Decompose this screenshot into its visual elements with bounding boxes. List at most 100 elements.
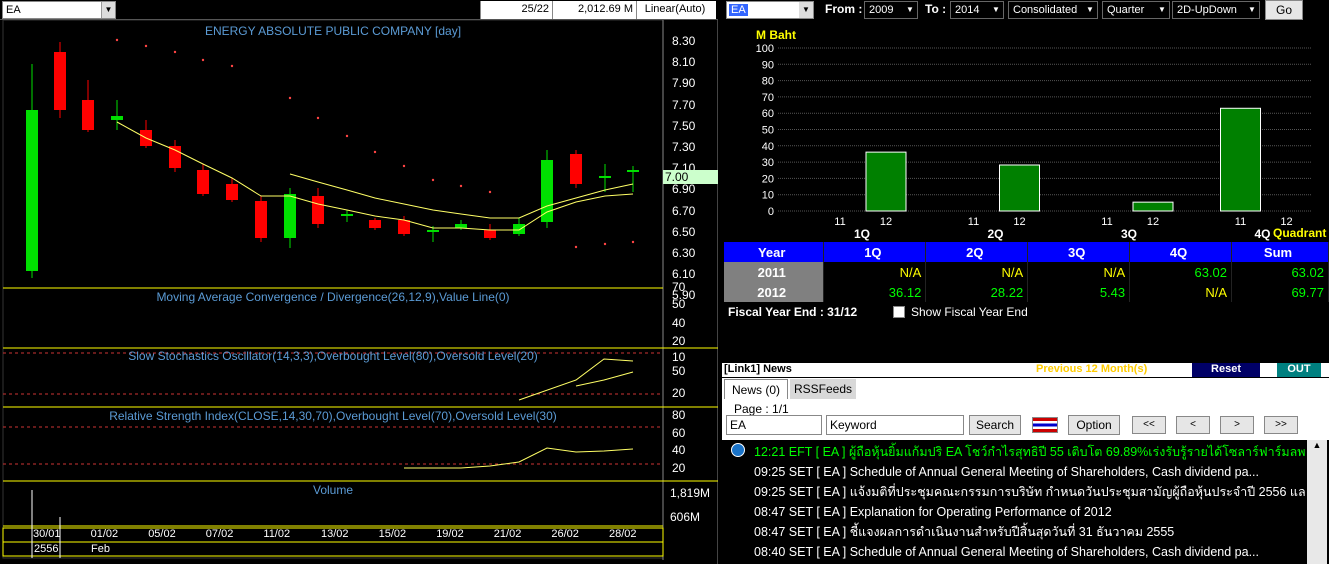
previous-label[interactable]: Previous 12 Month(s) xyxy=(1036,363,1147,375)
news-headline: Schedule of Annual General Meeting of Sh… xyxy=(849,465,1259,479)
news-scrollbar[interactable]: ▲ xyxy=(1307,440,1327,564)
chevron-down-icon[interactable]: ▼ xyxy=(903,2,917,18)
sar-dot xyxy=(431,178,435,182)
candle-body xyxy=(54,52,66,110)
fund-symbol-value: EA xyxy=(729,4,748,16)
search-button[interactable]: Search xyxy=(969,415,1021,435)
price-tick-label: 7.50 xyxy=(672,118,696,133)
news-time: 09:25 xyxy=(754,485,789,499)
candle-body xyxy=(513,224,525,234)
cell-1q: 36.12 xyxy=(823,282,927,302)
out-button[interactable]: OUT xyxy=(1277,363,1321,377)
news-item[interactable]: 08:47 SET [ EA ] ชี้แจงผลการดำเนินงานสำห… xyxy=(725,522,1305,542)
consolidated-select[interactable]: Consolidated ▼ xyxy=(1008,1,1098,19)
news-item[interactable]: 12:21 EFT [ EA ] ผู้ถือหุ้นยิ้มแก้มปริ E… xyxy=(725,442,1305,462)
rsi-line xyxy=(404,447,634,469)
chart-frame xyxy=(2,20,664,559)
date-tick-label: 01/02 xyxy=(90,528,119,540)
price-tick-label: 7.90 xyxy=(672,76,696,91)
bar-mark xyxy=(865,151,907,212)
scroll-up-icon[interactable]: ▲ xyxy=(1307,440,1327,456)
news-item[interactable]: 09:25 SET [ EA ] Schedule of Annual Gene… xyxy=(725,462,1305,482)
bar-ytick-label: 80 xyxy=(762,76,774,88)
language-flag-icon[interactable] xyxy=(1032,417,1058,433)
news-source: SET xyxy=(788,465,817,479)
symbol-select[interactable]: EA ▼ xyxy=(2,1,116,19)
sar-dot xyxy=(631,240,635,244)
bar-ytick-label: 70 xyxy=(762,92,774,104)
from-select[interactable]: 2009 ▼ xyxy=(864,1,918,19)
candle-body xyxy=(369,220,381,228)
chevron-down-icon[interactable]: ▼ xyxy=(1245,2,1259,18)
bar-category-label: 4Q xyxy=(1254,227,1270,241)
period-select[interactable]: Quarter ▼ xyxy=(1102,1,1170,19)
news-item[interactable]: 08:47 SET [ EA ] Explanation for Operati… xyxy=(725,502,1305,522)
news-time: 09:25 xyxy=(754,465,789,479)
candle-body xyxy=(169,146,181,168)
sar-dot xyxy=(488,190,492,194)
reset-button[interactable]: Reset xyxy=(1192,363,1260,377)
show-fiscal-label: Show Fiscal Year End xyxy=(911,305,1028,319)
fundamental-toolbar: EA ▼ From : 2009 ▼ To : 2014 ▼ Consolidate… xyxy=(722,0,1329,20)
view-select[interactable]: 2D-UpDown ▼ xyxy=(1172,1,1260,19)
candle-body xyxy=(82,100,94,130)
news-symbol-input[interactable]: EA xyxy=(726,415,822,435)
chevron-down-icon[interactable]: ▼ xyxy=(989,2,1003,18)
to-select[interactable]: 2014 ▼ xyxy=(950,1,1004,19)
chevron-down-icon[interactable]: ▼ xyxy=(1155,2,1169,18)
news-symbol: [ EA ] xyxy=(815,445,849,459)
view-value: 2D-UpDown xyxy=(1177,4,1237,16)
chevron-down-icon[interactable]: ▼ xyxy=(799,2,813,18)
last-page-button[interactable]: >> xyxy=(1264,416,1298,434)
col-1q: 1Q xyxy=(823,242,927,262)
news-search-bar: Page : 1/1 EA Keyword Search Option << <… xyxy=(722,400,1329,440)
news-headline: Schedule of Annual General Meeting of Sh… xyxy=(849,545,1259,559)
first-page-button[interactable]: << xyxy=(1132,416,1166,434)
news-symbol: [ EA ] xyxy=(816,465,850,479)
bar-ytick-label: 40 xyxy=(762,141,774,153)
volume-cell: 2,012.69 M xyxy=(552,1,636,19)
option-button[interactable]: Option xyxy=(1068,415,1120,435)
news-item[interactable]: 09:25 SET [ EA ] แจ้งมติที่ประชุมคณะกรรม… xyxy=(725,482,1305,502)
news-source: SET xyxy=(788,485,817,499)
symbol-value: EA xyxy=(6,4,21,16)
price-tick-label: 7.70 xyxy=(672,97,696,112)
cell-3q: 5.43 xyxy=(1027,282,1131,302)
sar-dot xyxy=(115,38,119,42)
to-label: To : xyxy=(925,2,947,16)
go-button[interactable]: Go xyxy=(1265,0,1303,20)
candle-body xyxy=(341,214,353,216)
scale-cell[interactable]: Linear(Auto) xyxy=(636,1,716,19)
col-3q: 3Q xyxy=(1027,242,1131,262)
keyword-input[interactable]: Keyword xyxy=(826,415,964,435)
chevron-down-icon[interactable]: ▼ xyxy=(101,2,115,18)
candle-body xyxy=(398,220,410,234)
sar-dot xyxy=(459,184,463,188)
news-item[interactable]: 08:40 SET [ EA ] Schedule of Annual Gene… xyxy=(725,542,1305,562)
price-tick-label: 6.70 xyxy=(672,203,696,218)
candle-body xyxy=(26,110,38,271)
date-tick-label: 05/02 xyxy=(148,528,176,540)
macd-tick-label: 50 xyxy=(672,297,686,311)
next-page-button[interactable]: > xyxy=(1220,416,1254,434)
stoch-tick-label: 20 xyxy=(672,386,686,400)
fiscal-checkbox[interactable] xyxy=(893,306,905,318)
news-headline: ผู้ถือหุ้นยิ้มแก้มปริ EA โชว์กำไรสุทธิปี… xyxy=(848,445,1305,459)
news-time: 12:21 xyxy=(754,445,789,459)
tab-rssfeeds[interactable]: RSSFeeds xyxy=(790,379,856,399)
to-value: 2014 xyxy=(955,4,980,16)
bar-xlabel: Quadrant xyxy=(1273,226,1326,240)
bar-ytick-label: 10 xyxy=(762,190,774,202)
prev-page-button[interactable]: < xyxy=(1176,416,1210,434)
bar-ylabel: M Baht xyxy=(756,28,796,42)
bar-series-label: 12 xyxy=(1013,216,1025,228)
fund-symbol-select[interactable]: EA ▼ xyxy=(726,1,814,19)
table-row: 2011 N/A N/A N/A 63.02 63.02 xyxy=(724,262,1329,282)
candle-body xyxy=(484,230,496,238)
date-tick-label: 21/02 xyxy=(493,528,522,540)
rsi-panel-title: Relative Strength Index(CLOSE,14,30,70),… xyxy=(109,409,557,423)
tab-news[interactable]: News (0) xyxy=(724,379,788,399)
sar-dot xyxy=(144,44,148,48)
chevron-down-icon[interactable]: ▼ xyxy=(1083,2,1097,18)
quarterly-bar-chart: M Baht Quadrant 1009080706050403020100 1… xyxy=(756,28,1327,241)
